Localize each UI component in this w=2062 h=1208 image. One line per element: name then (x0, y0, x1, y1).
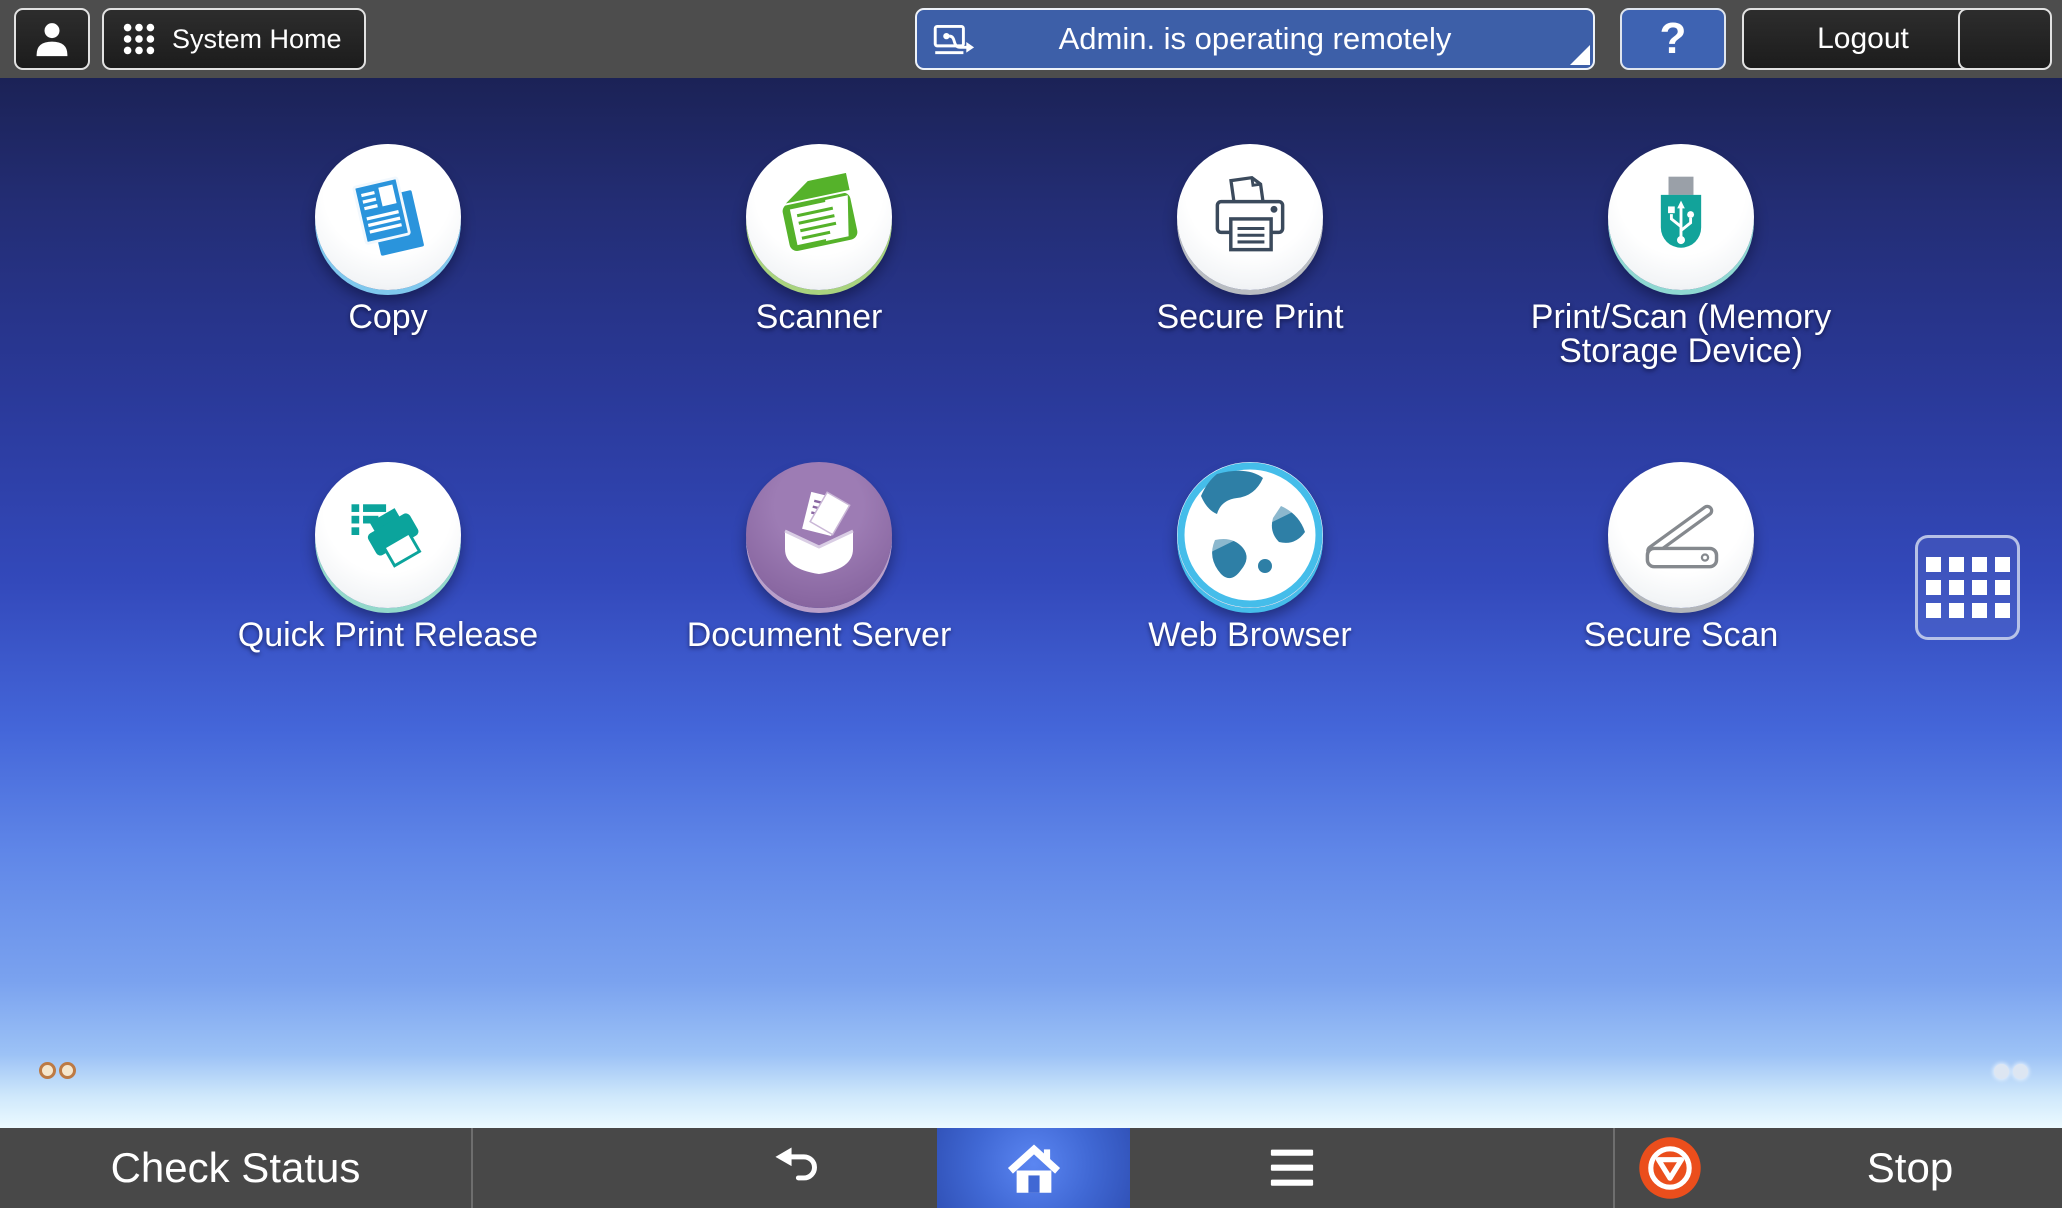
home-icon (1003, 1137, 1065, 1199)
help-button[interactable]: ? (1620, 8, 1726, 70)
secure-scan-tile-circle (1608, 462, 1754, 608)
logout-label: Logout (1817, 22, 1909, 56)
app-print-scan-memory[interactable]: Print/Scan (Memory Storage Device) (1461, 144, 1901, 368)
bottom-bar: Check Status (0, 1128, 2062, 1208)
app-document-server[interactable]: Document Server (599, 462, 1039, 652)
logout-button[interactable]: Logout (1742, 8, 1984, 70)
user-login-button[interactable] (14, 8, 90, 70)
hamburger-menu-icon (1263, 1143, 1321, 1193)
remote-status-banner[interactable]: Admin. is operating remotely (915, 8, 1595, 70)
application-list-button[interactable] (1915, 535, 2020, 640)
document-server-icon (769, 485, 869, 585)
back-arrow-icon (768, 1137, 830, 1199)
document-server-tile-circle (746, 462, 892, 608)
stop-prohibition-icon (1638, 1136, 1702, 1200)
help-label: ? (1660, 14, 1687, 64)
secure-print-icon (1202, 169, 1298, 265)
stop-button[interactable]: Stop (1615, 1128, 2062, 1208)
web-browser-tile-circle (1177, 462, 1323, 608)
app-web-browser[interactable]: Web Browser (1030, 462, 1470, 652)
home-button[interactable] (937, 1128, 1130, 1208)
quick-print-release-icon (340, 487, 436, 583)
scanner-tile-circle (746, 144, 892, 290)
app-label: Quick Print Release (238, 618, 538, 652)
user-silhouette-icon (30, 17, 74, 61)
page-dot-right-2 (2013, 1064, 2028, 1079)
crescent-moon-icon (1983, 19, 2027, 59)
app-copy[interactable]: Copy (168, 144, 608, 334)
app-label: Copy (348, 300, 427, 334)
secure-scan-icon (1633, 487, 1729, 583)
copy-tile-circle (315, 144, 461, 290)
app-label: Secure Print (1156, 300, 1343, 334)
screen-sleep-button[interactable] (1958, 8, 2052, 70)
copy-icon (340, 169, 436, 265)
app-label: Secure Scan (1584, 618, 1779, 652)
scanner-icon (771, 169, 867, 265)
app-label: Document Server (687, 618, 952, 652)
remote-operation-icon (933, 24, 987, 58)
app-label: Web Browser (1148, 618, 1351, 652)
app-label: Print/Scan (Memory Storage Device) (1491, 300, 1871, 368)
stop-label: Stop (1800, 1144, 2020, 1192)
check-status-button[interactable]: Check Status (0, 1128, 471, 1208)
system-home-label: System Home (172, 24, 342, 55)
page-dot-right-1 (1994, 1064, 2009, 1079)
grid-3x3-dots-icon (120, 20, 158, 58)
page-dot-left-1 (39, 1062, 56, 1079)
app-scanner[interactable]: Scanner (599, 144, 1039, 334)
check-status-label: Check Status (111, 1144, 361, 1192)
page-dot-left-2 (59, 1062, 76, 1079)
app-secure-scan[interactable]: Secure Scan (1461, 462, 1901, 652)
quick-print-tile-circle (315, 462, 461, 608)
printer-touchscreen: System Home Admin. is operating remotely… (0, 0, 2062, 1208)
bottombar-divider (471, 1128, 473, 1208)
top-bar: System Home Admin. is operating remotely… (0, 0, 2062, 78)
globe-icon (1177, 462, 1323, 608)
usb-memory-icon (1633, 169, 1729, 265)
app-quick-print-release[interactable]: Quick Print Release (168, 462, 608, 652)
menu-button[interactable] (1212, 1128, 1372, 1208)
usb-tile-circle (1608, 144, 1754, 290)
remote-status-text: Admin. is operating remotely (1059, 21, 1452, 57)
home-screen: Copy Scanner (0, 78, 2062, 1128)
system-home-button[interactable]: System Home (102, 8, 366, 70)
secure-print-tile-circle (1177, 144, 1323, 290)
apps-grid-icon (1926, 557, 2010, 618)
banner-corner-triangle (1570, 45, 1590, 65)
app-label: Scanner (756, 300, 883, 334)
app-secure-print[interactable]: Secure Print (1030, 144, 1470, 334)
back-button[interactable] (719, 1128, 879, 1208)
